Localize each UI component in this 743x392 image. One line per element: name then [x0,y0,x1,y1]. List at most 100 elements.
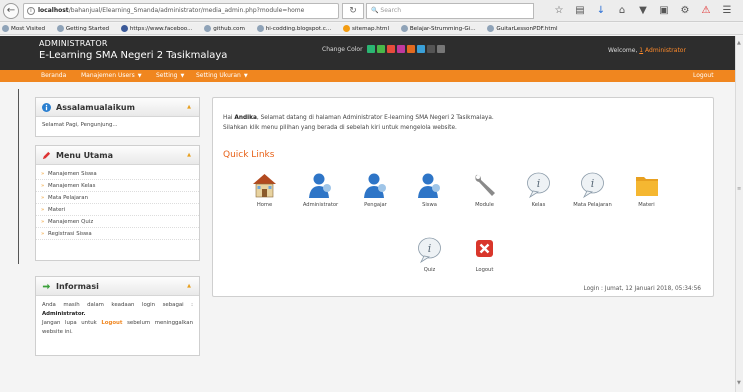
panel-menu-header: Menu Utama ▲ [36,146,199,165]
alert-icon[interactable]: ⚠ [700,4,712,18]
pencil-icon [42,151,51,160]
address-bar[interactable]: i localhost/bahanjual/Elearning_Smanda/a… [23,3,339,19]
panel-menu-utama: Menu Utama ▲ Manajemen Siswa Manajemen K… [35,145,200,261]
bookmark-sitemap[interactable]: sitemap.html [342,25,394,32]
menu-item-materi[interactable]: Materi [36,204,199,216]
hamburger-menu-icon[interactable]: ☰ [721,4,733,18]
quick-link-siswa[interactable]: Siswa [408,171,451,208]
main-nav: Beranda Manajemen Users ▼ Setting ▼ Settin… [0,70,743,82]
svg-text:i: i [591,177,595,190]
bookmark-getting-started[interactable]: Getting Started [56,25,114,32]
pocket-icon[interactable]: ▼ [637,4,649,18]
color-swatch-7[interactable] [427,45,435,53]
info-logout-link[interactable]: Logout [101,320,122,326]
quick-links-title: Quick Links [223,150,275,160]
chevron-down-icon: ▼ [137,73,142,79]
nav-setting-ukuran[interactable]: Setting Ukuran ▼ [196,70,248,82]
menu-item-registrasi-siswa[interactable]: Registrasi Siswa [36,228,199,240]
nav-setting[interactable]: Setting ▼ [156,70,184,82]
greeting-instructions: Silahkan klik menu pilihan yang berada d… [223,125,457,131]
color-swatch-3[interactable] [387,45,395,53]
color-swatch-2[interactable] [377,45,385,53]
info-text: Anda masih dalam keadaan login sebagai :… [42,302,193,335]
color-swatch-4[interactable] [397,45,405,53]
home-browser-icon[interactable]: ⌂ [616,4,628,18]
collapse-icon[interactable]: ▲ [187,146,191,165]
bookmark-most-visited[interactable]: Most Visited [2,25,50,32]
site-header: ADMINISTRATOR E-Learning SMA Negeri 2 Ta… [0,36,743,70]
info-bubble-icon: i [527,172,550,199]
info-icon [42,103,51,112]
quick-link-module[interactable]: Module [463,171,506,208]
menu-item-manajemen-kelas[interactable]: Manajemen Kelas [36,180,199,192]
change-color-label: Change Color [322,46,363,53]
download-icon[interactable]: ↓ [595,4,607,18]
scroll-thumb-icon[interactable]: ≡ [737,186,741,192]
search-input[interactable]: 🔍 Search [366,3,534,19]
collapse-icon[interactable]: ▲ [187,277,191,296]
color-swatch-5[interactable] [407,45,415,53]
quick-link-mata-pelajaran[interactable]: i Mata Pelajaran [571,171,614,208]
close-icon [476,240,493,257]
bookmark-strumming[interactable]: Belajar-Strumming-Gi... [400,25,481,32]
bookmark-github[interactable]: github.com [204,25,250,32]
chevron-down-icon: ▼ [243,73,248,79]
quick-link-quiz[interactable]: i Quiz [408,236,451,273]
url-path: /bahanjual/Elearning_Smanda/administrato… [68,7,305,14]
home-icon [253,174,276,198]
brand-subtitle: E-Learning SMA Negeri 2 Tasikmalaya [39,50,228,61]
bookmark-facebook[interactable]: https://www.faceboo... [120,25,198,32]
quick-link-pengajar[interactable]: Pengajar [354,171,397,208]
color-swatch-6[interactable] [417,45,425,53]
login-timestamp: Login : Jumat, 12 Januari 2018, 05:34:56 [583,286,701,292]
panel-salam: Assalamualaikum ▲ Selamat Pagi, Pengunju… [35,97,200,137]
screenshot-icon[interactable]: ▣ [658,4,670,18]
clipboard-icon[interactable]: ▤ [574,4,586,18]
quick-link-logout[interactable]: Logout [463,236,506,273]
admin-name: Andika [234,115,257,121]
quick-link-materi[interactable]: Materi [625,171,668,208]
bookmark-guitar[interactable]: GuitarLessonPDF.html [487,25,562,32]
welcome-text: Welcome, 1 Administrator [608,47,686,54]
color-swatch-8[interactable] [437,45,445,53]
quick-link-administrator[interactable]: Administrator [299,171,342,208]
arrow-right-icon [42,283,51,290]
reload-button[interactable]: ↻ [342,3,364,19]
user-icon [309,173,331,198]
user-link[interactable]: Administrator [645,47,686,54]
folder-icon [636,177,658,196]
back-button[interactable]: ← [3,3,19,19]
menu-list: Manajemen Siswa Manajemen Kelas Mata Pel… [36,165,199,240]
collapse-icon[interactable]: ▲ [187,98,191,117]
brand-title: ADMINISTRATOR [39,39,108,48]
panel-informasi: Informasi ▲ Anda masih dalam keadaan log… [35,276,200,356]
quick-link-kelas[interactable]: i Kelas [517,171,560,208]
chevron-down-icon: ▼ [180,73,185,79]
bookmarks-bar: Most Visited Getting Started https://www… [0,23,743,35]
url-host: localhost [38,7,69,14]
user-icon [418,173,440,198]
nav-logout[interactable]: Logout [693,70,714,82]
nav-manajemen-users[interactable]: Manajemen Users ▼ [81,70,142,82]
info-bubble-icon: i [581,172,604,199]
divider [18,89,19,264]
menu-item-mata-pelajaran[interactable]: Mata Pelajaran [36,192,199,204]
page-scrollbar[interactable]: ▲ ≡ ▼ [735,36,743,392]
browser-toolbar: ← i localhost/bahanjual/Elearning_Smanda… [0,0,743,22]
svg-text:i: i [428,242,432,255]
star-icon[interactable]: ☆ [553,4,565,18]
extension-icon[interactable]: ⚙ [679,4,691,18]
color-swatches [367,45,445,53]
bookmark-blogspot[interactable]: hi-codding.blogspot.c... [256,25,337,32]
menu-item-manajemen-quiz[interactable]: Manajemen Quiz [36,216,199,228]
welcome-panel: Hai Andika, Selamat datang di halaman Ad… [212,97,714,297]
user-index-link[interactable]: 1 [639,47,643,54]
scroll-up-icon[interactable]: ▲ [737,40,741,46]
site-info-icon[interactable]: i [27,7,35,15]
nav-beranda[interactable]: Beranda [41,70,66,82]
menu-item-manajemen-siswa[interactable]: Manajemen Siswa [36,168,199,180]
quick-link-home[interactable]: Home [243,171,286,208]
scroll-down-icon[interactable]: ▼ [737,380,741,386]
user-icon [364,173,386,198]
color-swatch-1[interactable] [367,45,375,53]
